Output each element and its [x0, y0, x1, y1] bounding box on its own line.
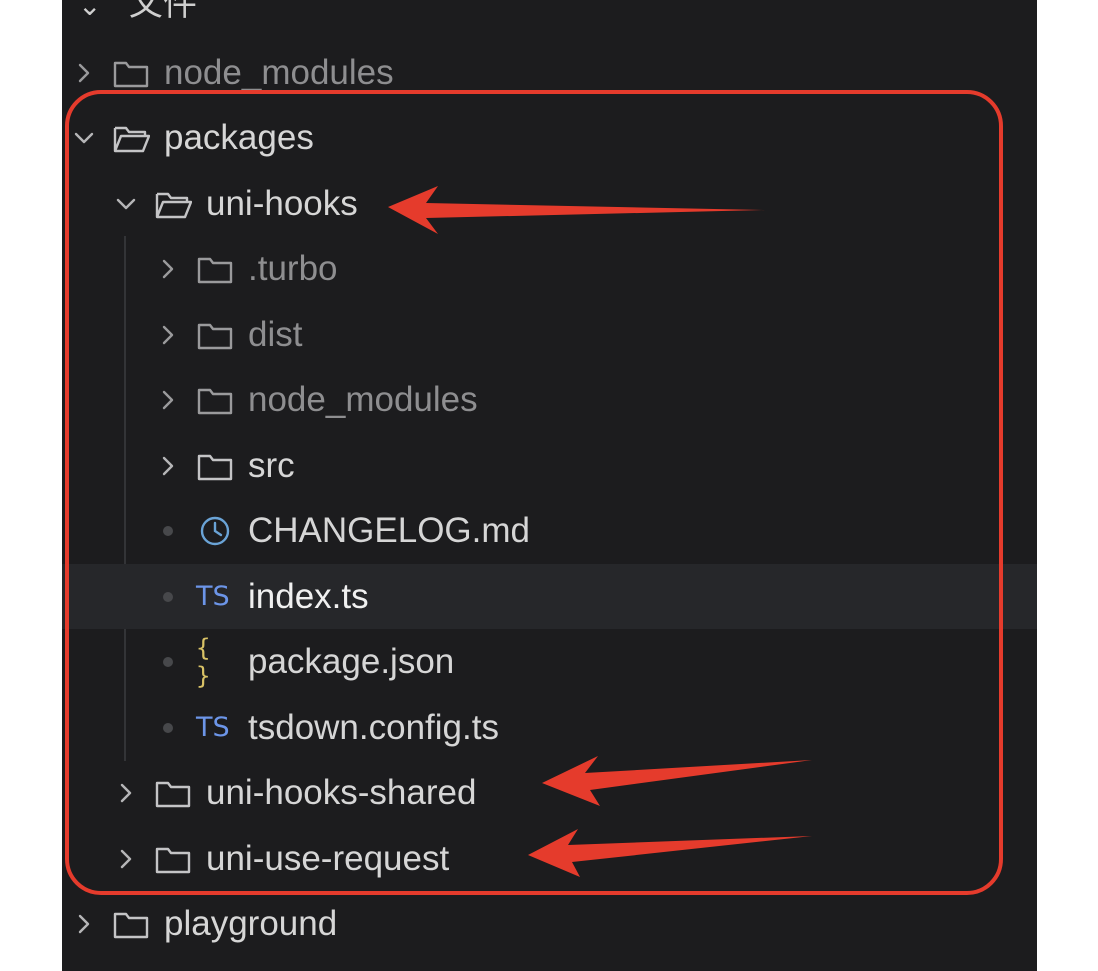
file-dot-indicator: [154, 511, 182, 551]
tree-item-index-ts[interactable]: TS index.ts: [62, 564, 1037, 629]
tree-item-node-modules[interactable]: node_modules: [62, 40, 1037, 105]
tree-item-label: packages: [164, 117, 314, 157]
chevron-down-icon[interactable]: [112, 184, 140, 224]
explorer-header-label: 文件: [128, 0, 197, 23]
tree-item-label: tsdown.config.ts: [248, 707, 499, 747]
file-dot-indicator: [154, 577, 182, 617]
chevron-down-icon[interactable]: ⌄: [78, 0, 101, 21]
file-dot-indicator: [154, 642, 182, 682]
tree-item-label: dist: [248, 314, 303, 354]
tree-item-label: uni-hooks: [206, 183, 358, 223]
tree-item-tsdown-config[interactable]: TS tsdown.config.ts: [62, 695, 1037, 760]
tree-item-label: package.json: [248, 641, 455, 681]
folder-icon: [113, 61, 149, 87]
tree-item-turbo[interactable]: .turbo: [62, 236, 1037, 301]
tree-item-label: playground: [164, 903, 338, 943]
tree-item-uni-hooks-shared[interactable]: uni-hooks-shared: [62, 760, 1037, 825]
tree-item-changelog[interactable]: CHANGELOG.md: [62, 498, 1037, 563]
tree-item-packages[interactable]: packages: [62, 105, 1037, 170]
folder-icon: [197, 388, 233, 414]
explorer-header: ⌄ 文件: [78, 0, 197, 25]
file-explorer-panel: ⌄ 文件 node_modules packages uni-hooks .tu…: [62, 0, 1037, 971]
tree-item-uni-use-request[interactable]: uni-use-request: [62, 826, 1037, 891]
folder-open-icon: [113, 126, 150, 152]
typescript-icon: TS: [196, 712, 230, 743]
folder-icon: [113, 912, 149, 938]
tree-item-package-json[interactable]: { } package.json: [62, 629, 1037, 694]
chevron-down-icon[interactable]: [70, 118, 98, 158]
chevron-right-icon[interactable]: [70, 904, 98, 944]
file-dot-indicator: [154, 708, 182, 748]
tree-item-label: node_modules: [164, 52, 394, 92]
tree-item-uni-hooks[interactable]: uni-hooks: [62, 171, 1037, 236]
chevron-right-icon[interactable]: [154, 249, 182, 289]
chevron-right-icon[interactable]: [154, 446, 182, 486]
chevron-right-icon[interactable]: [112, 839, 140, 879]
tree-item-label: .turbo: [248, 248, 338, 288]
folder-icon: [197, 323, 233, 349]
chevron-right-icon[interactable]: [154, 315, 182, 355]
clock-icon: [200, 516, 230, 545]
tree-item-node-modules[interactable]: node_modules: [62, 367, 1037, 432]
tree-item-src[interactable]: src: [62, 433, 1037, 498]
tree-item-label: uni-use-request: [206, 838, 450, 878]
tree-item-label: src: [248, 445, 295, 485]
tree-item-label: node_modules: [248, 379, 478, 419]
tree-item-label: CHANGELOG.md: [248, 510, 530, 550]
folder-icon: [155, 847, 191, 873]
folder-icon: [155, 781, 191, 807]
json-icon: { }: [196, 633, 211, 690]
folder-open-icon: [155, 192, 192, 218]
folder-icon: [197, 257, 233, 283]
chevron-right-icon[interactable]: [154, 380, 182, 420]
tree-item-label: index.ts: [248, 576, 369, 616]
tree-item-label: uni-hooks-shared: [206, 772, 477, 812]
typescript-icon: TS: [196, 581, 230, 612]
folder-icon: [197, 454, 233, 480]
chevron-right-icon[interactable]: [70, 53, 98, 93]
tree-item-dist[interactable]: dist: [62, 302, 1037, 367]
chevron-right-icon[interactable]: [112, 773, 140, 813]
tree-item-playground[interactable]: playground: [62, 891, 1037, 956]
